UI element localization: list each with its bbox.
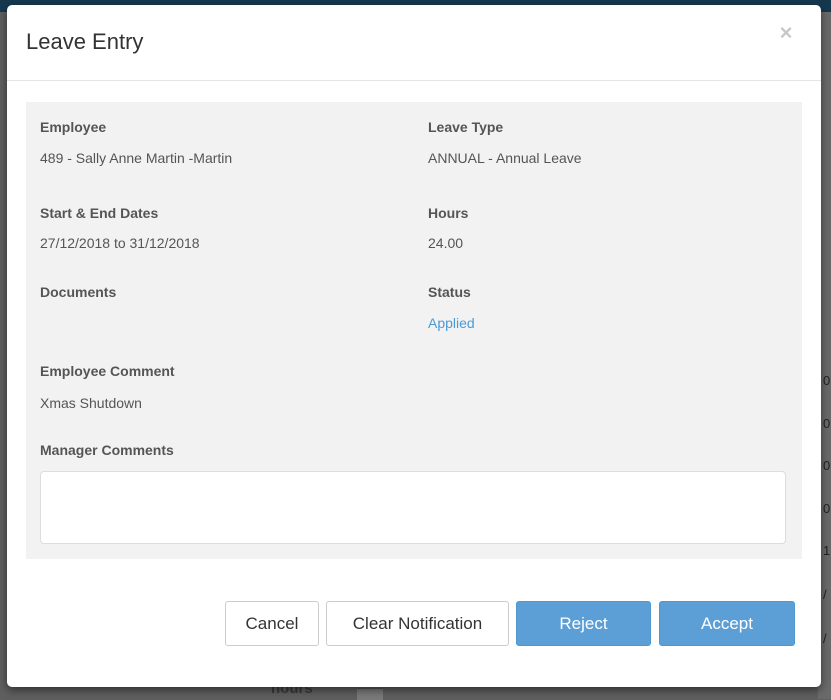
modal-header: Leave Entry × [7,5,821,81]
documents-label: Documents [40,284,117,300]
employee-label: Employee [40,119,107,135]
dates-value: 27/12/2018 to 31/12/2018 [40,235,200,251]
cancel-button[interactable]: Cancel [225,601,319,646]
manager-comments-input[interactable] [40,471,786,544]
hours-value: 24.00 [428,235,464,251]
background-cell-text: 0 [823,373,831,388]
background-tab [357,688,383,700]
employee-value: 489 - Sally Anne Martin -Martin [40,150,233,166]
leave-details-panel: Employee 489 - Sally Anne Martin -Martin… [26,102,802,559]
background-cell-text: 0 [823,458,831,473]
employee-comment-label: Employee Comment [40,363,175,379]
background-cell-text: 1 [823,543,831,558]
employee-comment-value: Xmas Shutdown [40,395,142,411]
reject-button[interactable]: Reject [516,601,651,646]
manager-comments-label: Manager Comments [40,442,174,458]
dates-label: Start & End Dates [40,205,159,221]
background-cell-text: 0 [823,416,831,431]
leave-entry-modal: Leave Entry × Employee 489 - Sally Anne … [7,5,821,687]
accept-button[interactable]: Accept [659,601,795,646]
background-cell-text: / [823,587,827,602]
leave-type-label: Leave Type [428,119,504,135]
status-label: Status [428,284,471,300]
background-cell-text: / [823,631,827,646]
background-cell-text: 0 [823,501,831,516]
close-icon[interactable]: × [776,22,796,44]
clear-notification-button[interactable]: Clear Notification [326,601,509,646]
modal-title: Leave Entry [26,29,144,54]
leave-type-value: ANNUAL - Annual Leave [428,150,582,166]
hours-label: Hours [428,205,469,221]
status-link[interactable]: Applied [428,315,475,331]
